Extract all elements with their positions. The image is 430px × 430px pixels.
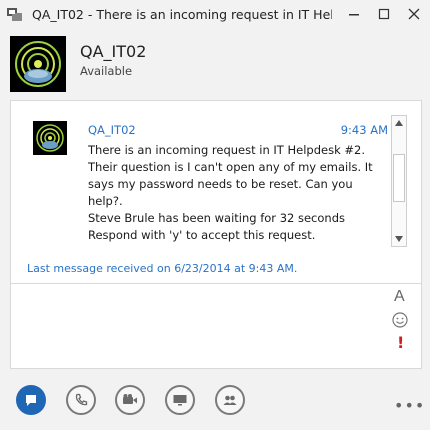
message-line: help?. — [88, 194, 123, 208]
chat-bubble-icon — [26, 395, 36, 406]
message-body: There is an incoming request in IT Helpd… — [88, 142, 378, 244]
call-button[interactable] — [66, 385, 96, 415]
title-bar: QA_IT02 - There is an incoming request i… — [0, 0, 430, 30]
arrow-up-icon — [395, 120, 403, 126]
message-line: There is an incoming request in IT Helpd… — [88, 143, 365, 157]
phone-icon — [75, 393, 88, 406]
last-message-info: Last message received on 6/23/2014 at 9:… — [27, 262, 298, 275]
maximize-icon — [378, 8, 390, 20]
present-button[interactable] — [165, 385, 195, 415]
font-button[interactable]: A — [394, 288, 405, 306]
minimize-button[interactable] — [340, 2, 368, 26]
message-line: Respond with 'y' to accept this request. — [88, 228, 316, 242]
message-line: Their question is I can't open any of my… — [88, 160, 373, 174]
conversation-toolbar: ••• — [0, 368, 430, 430]
im-button[interactable] — [16, 385, 46, 415]
scroll-down-button[interactable] — [392, 232, 406, 246]
contact-avatar[interactable] — [10, 36, 66, 92]
contact-header: QA_IT02 Available — [0, 30, 430, 92]
video-button[interactable] — [115, 385, 145, 415]
close-icon — [408, 8, 420, 20]
message-line: says my password needs to be reset. Can … — [88, 177, 353, 191]
message-sender[interactable]: QA_IT02 — [88, 123, 136, 137]
scrollbar[interactable] — [391, 115, 407, 247]
scroll-thumb[interactable] — [393, 154, 405, 202]
more-options-button[interactable]: ••• — [394, 396, 425, 415]
contact-status: Available — [80, 64, 133, 78]
conversation-history: QA_IT02 9:43 AM There is an incoming req… — [10, 100, 422, 284]
close-button[interactable] — [400, 2, 428, 26]
monitor-icon — [173, 395, 187, 406]
maximize-button[interactable] — [370, 2, 398, 26]
participants-button[interactable] — [215, 385, 245, 415]
people-icon — [223, 395, 237, 405]
lync-app-icon — [7, 8, 22, 21]
high-importance-button[interactable]: ! — [397, 333, 404, 352]
video-camera-icon — [123, 394, 137, 404]
message-input[interactable]: A ! — [10, 284, 422, 369]
message-line: Steve Brule has been waiting for 32 seco… — [88, 211, 345, 225]
contact-name[interactable]: QA_IT02 — [80, 42, 146, 61]
scroll-up-button[interactable] — [392, 116, 406, 130]
arrow-down-icon — [395, 236, 403, 242]
window-title: QA_IT02 - There is an incoming request i… — [32, 7, 332, 22]
message-time: 9:43 AM — [340, 123, 388, 137]
emoticon-icon[interactable] — [392, 312, 408, 328]
minimize-icon — [349, 14, 359, 16]
sender-avatar — [33, 121, 67, 155]
